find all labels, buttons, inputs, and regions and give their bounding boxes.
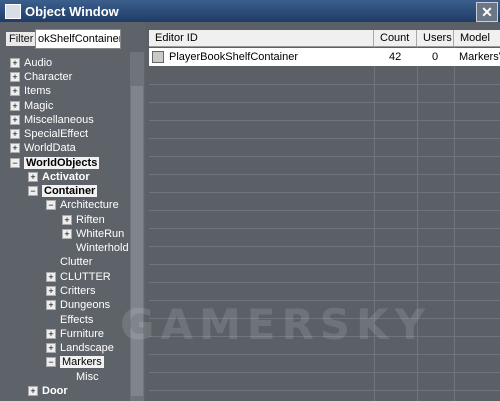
- container-icon: [152, 51, 164, 63]
- row-divider: [149, 372, 500, 373]
- tree-node-whiterun[interactable]: + WhiteRun: [62, 227, 124, 241]
- cell-editor-id: PlayerBookShelfContainer: [169, 51, 299, 63]
- row-divider: [149, 210, 500, 211]
- row-divider: [149, 354, 500, 355]
- expand-icon[interactable]: +: [46, 300, 56, 311]
- tree-node-container[interactable]: − Container: [28, 184, 98, 198]
- tree-node-miscellaneous[interactable]: + Miscellaneous: [10, 113, 94, 127]
- tree-node-specialeffect[interactable]: + SpecialEffect: [10, 127, 88, 141]
- row-divider: [149, 156, 500, 157]
- close-icon: ✕: [481, 4, 493, 20]
- tree-node-markers[interactable]: − Markers: [46, 355, 104, 369]
- list-header: Editor ID Count Users Model: [149, 30, 500, 47]
- tree-node-audio[interactable]: + Audio: [10, 56, 52, 70]
- row-divider: [149, 246, 500, 247]
- tree-node-worlddata[interactable]: + WorldData: [10, 141, 76, 155]
- expand-icon[interactable]: +: [10, 86, 20, 97]
- tree-node-winterhold[interactable]: Winterhold: [76, 241, 129, 255]
- expand-icon[interactable]: +: [10, 72, 20, 83]
- tree-node-items[interactable]: + Items: [10, 84, 51, 98]
- row-divider: [149, 102, 500, 103]
- tree-node-critters[interactable]: + Critters: [46, 284, 95, 298]
- expand-icon[interactable]: +: [10, 129, 20, 140]
- column-divider: [454, 47, 455, 401]
- close-button[interactable]: ✕: [476, 2, 498, 22]
- expand-icon[interactable]: +: [46, 343, 56, 354]
- row-divider: [149, 282, 500, 283]
- tree-node-door[interactable]: + Door: [28, 384, 68, 398]
- row-divider: [149, 264, 500, 265]
- tree-node-clutter-lower[interactable]: Clutter: [60, 255, 92, 269]
- tree-node-character[interactable]: + Character: [10, 70, 72, 84]
- collapse-icon[interactable]: −: [10, 158, 20, 169]
- tree-node-effects[interactable]: Effects: [60, 313, 93, 327]
- tree-node-landscape[interactable]: + Landscape: [46, 341, 114, 355]
- tree-node-misc[interactable]: Misc: [76, 370, 99, 384]
- tree-node-worldobjects[interactable]: − WorldObjects: [10, 156, 100, 170]
- title-bar: Object Window ✕: [0, 0, 500, 22]
- collapse-icon[interactable]: −: [46, 200, 56, 211]
- row-divider: [149, 192, 500, 193]
- expand-icon[interactable]: +: [46, 272, 56, 283]
- column-header-editor-id[interactable]: Editor ID: [149, 30, 374, 46]
- row-divider: [149, 138, 500, 139]
- expand-icon[interactable]: +: [62, 215, 72, 226]
- table-row[interactable]: PlayerBookShelfContainer 42 0 MarkersV: [149, 48, 500, 66]
- expand-icon[interactable]: +: [28, 386, 38, 397]
- row-divider: [149, 174, 500, 175]
- cell-users: 0: [432, 51, 439, 63]
- expand-icon[interactable]: +: [46, 329, 56, 340]
- tree-node-architecture[interactable]: − Architecture: [46, 198, 119, 212]
- scrollbar-thumb[interactable]: [131, 86, 143, 396]
- tree-node-activator[interactable]: + Activator: [28, 170, 90, 184]
- expand-icon[interactable]: +: [10, 115, 20, 126]
- collapse-icon[interactable]: −: [46, 357, 56, 368]
- expand-icon[interactable]: +: [10, 58, 20, 69]
- expand-icon[interactable]: +: [62, 229, 72, 240]
- window-title: Object Window: [25, 4, 119, 19]
- filter-input[interactable]: okShelfContainer: [35, 29, 121, 49]
- filter-row: Filter okShelfContainer: [0, 28, 146, 50]
- row-divider: [149, 228, 500, 229]
- row-divider: [149, 120, 500, 121]
- category-tree: + Audio + Character + Items + Magic + Miscell…: [0, 52, 130, 401]
- expand-icon[interactable]: +: [10, 143, 20, 154]
- filter-label: Filter: [6, 32, 37, 46]
- cell-model: MarkersV: [459, 51, 500, 63]
- expand-icon[interactable]: +: [28, 172, 38, 183]
- row-divider: [149, 390, 500, 391]
- column-header-model[interactable]: Model: [454, 30, 500, 46]
- cell-count: 42: [389, 51, 402, 63]
- tree-node-magic[interactable]: + Magic: [10, 99, 53, 113]
- expand-icon[interactable]: +: [10, 101, 20, 112]
- tree-node-dungeons[interactable]: + Dungeons: [46, 298, 110, 312]
- tree-node-furniture[interactable]: + Furniture: [46, 327, 104, 341]
- window-icon: [5, 4, 21, 19]
- tree-node-riften[interactable]: + Riften: [62, 213, 105, 227]
- collapse-icon[interactable]: −: [28, 186, 38, 197]
- watermark: GAMERSKY: [120, 300, 432, 349]
- row-divider: [149, 84, 500, 85]
- tree-node-clutter-upper[interactable]: + CLUTTER: [46, 270, 111, 284]
- column-header-users[interactable]: Users: [417, 30, 454, 46]
- column-header-count[interactable]: Count: [374, 30, 417, 46]
- expand-icon[interactable]: +: [46, 286, 56, 297]
